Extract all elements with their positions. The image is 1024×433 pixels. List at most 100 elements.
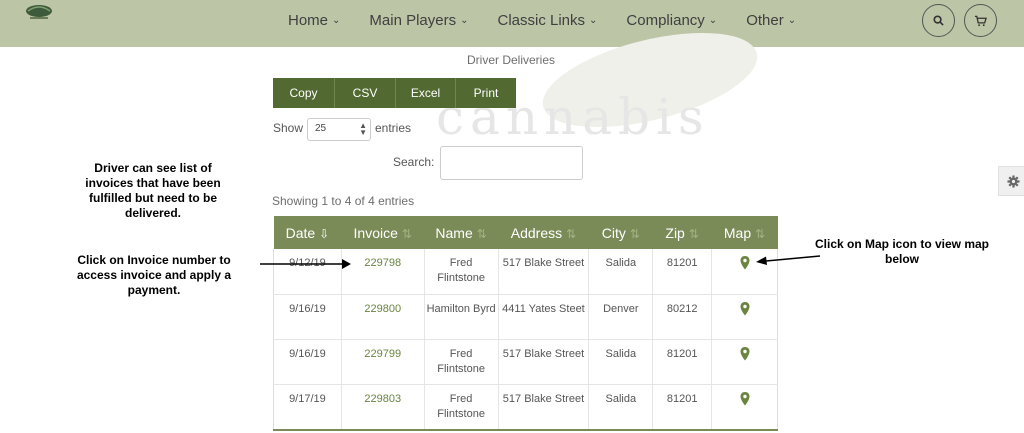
chevron-down-icon: ⌄ — [589, 14, 598, 26]
map-cell — [711, 384, 778, 430]
column-header-label: City — [601, 224, 626, 241]
sort-icon: ⇅ — [476, 226, 487, 241]
column-header-date[interactable]: Date ⇩ — [273, 216, 342, 249]
column-header-label: Zip — [665, 224, 685, 241]
main-menu: Home ⌄ Main Players ⌄ Classic Links ⌄ Complian… — [288, 0, 825, 40]
annotation-invoice: Click on Invoice number to access invoic… — [76, 253, 232, 297]
nav-item-label: Home — [288, 11, 329, 29]
nav-item-label: Main Players — [369, 11, 457, 29]
city-cell: Salida — [588, 384, 653, 430]
nav-item-other[interactable]: Other ⌄ — [746, 12, 796, 29]
sort-icon: ⇅ — [566, 226, 577, 241]
annotation-map: Click on Map icon to view map below — [814, 237, 990, 266]
deliveries-table: Date ⇩ Invoice ⇅ Name ⇅ Address ⇅ City ⇅ Zip ⇅ Map ⇅ … — [273, 216, 778, 430]
sort-icon: ⇅ — [688, 226, 699, 241]
table-row: 9/16/19 229800 Hamilton Byrd 4411 Yates Ste… — [273, 294, 778, 340]
nav-item-home[interactable]: Home ⌄ — [288, 12, 340, 29]
column-header-invoice[interactable]: Invoice ⇅ — [341, 216, 425, 249]
logo-icon[interactable] — [24, 3, 54, 21]
nav-item-compliancy[interactable]: Compliancy ⌄ — [626, 12, 717, 29]
top-nav: Home ⌄ Main Players ⌄ Classic Links ⌄ Complian… — [0, 0, 1024, 47]
search-button[interactable] — [922, 4, 955, 37]
sort-icon: ⇅ — [401, 226, 412, 241]
column-header-label: Invoice — [353, 224, 398, 241]
column-header-zip[interactable]: Zip ⇅ — [652, 216, 712, 249]
city-cell: Denver — [588, 294, 653, 340]
address-cell: 517 Blake Street — [497, 339, 589, 385]
name-cell: Fred Flintstone — [423, 339, 499, 385]
zip-cell: 81201 — [652, 339, 712, 385]
export-button-group: Copy CSV Excel Print — [273, 78, 516, 108]
cart-button[interactable] — [964, 4, 997, 37]
page-title: Driver Deliveries — [467, 53, 556, 67]
search-icon — [933, 15, 944, 26]
chevron-down-icon: ⌄ — [708, 14, 718, 26]
select-arrows-icon: ▲ ▼ — [359, 121, 367, 137]
map-cell — [711, 294, 778, 340]
city-cell: Salida — [588, 249, 653, 295]
chevron-down-icon: ⌄ — [460, 14, 469, 26]
map-pin-icon[interactable] — [740, 301, 750, 316]
chevron-down-icon: ⌄ — [787, 14, 797, 26]
column-header-address[interactable]: Address ⇅ — [498, 216, 589, 249]
city-cell: Salida — [588, 339, 653, 385]
column-header-label: Name — [435, 224, 473, 241]
copy-button[interactable]: Copy — [273, 78, 335, 108]
column-header-map[interactable]: Map ⇅ — [711, 216, 778, 249]
zip-cell: 80212 — [652, 294, 712, 340]
table-header-row: Date ⇩ Invoice ⇅ Name ⇅ Address ⇅ City ⇅ Zip ⇅ Map ⇅ — [273, 216, 778, 249]
sort-icon: ⇅ — [629, 226, 640, 241]
entries-label: entries — [375, 121, 412, 135]
arrow-to-map-icon — [756, 255, 821, 265]
address-cell: 517 Blake Street — [497, 384, 589, 430]
nav-item-classic-links[interactable]: Classic Links ⌄ — [498, 12, 598, 29]
nav-item-label: Classic Links — [497, 11, 586, 29]
search-label: Search: — [393, 155, 435, 169]
gear-icon — [1006, 174, 1020, 188]
cart-icon — [974, 15, 987, 26]
sort-desc-icon: ⇩ — [319, 226, 330, 241]
table-row: 9/12/19 229798 Fred Flintstone 517 Blake St… — [273, 249, 778, 295]
map-cell — [711, 339, 778, 385]
date-cell: 9/16/19 — [273, 339, 342, 385]
invoice-link[interactable]: 229798 — [340, 249, 425, 295]
map-pin-icon[interactable] — [740, 256, 750, 270]
name-cell: Fred Flintstone — [423, 249, 499, 295]
csv-button[interactable]: CSV — [335, 78, 396, 108]
print-button[interactable]: Print — [456, 78, 516, 108]
map-pin-icon[interactable] — [740, 391, 750, 406]
excel-button[interactable]: Excel — [396, 78, 456, 108]
entries-select-value: 25 — [315, 123, 327, 134]
table-row: 9/16/19 229799 Fred Flintstone 517 Blake St… — [273, 339, 778, 385]
name-cell: Hamilton Byrd — [423, 294, 499, 340]
search-input[interactable] — [440, 146, 583, 180]
date-cell: 9/16/19 — [273, 294, 342, 340]
invoice-link[interactable]: 229803 — [340, 384, 425, 430]
show-label: Show — [273, 121, 304, 135]
settings-button[interactable] — [998, 166, 1024, 196]
column-header-label: Date — [285, 224, 316, 241]
annotation-driver-list: Driver can see list of invoices that hav… — [85, 161, 221, 220]
chevron-down-icon: ⌄ — [332, 14, 341, 26]
nav-item-label: Other — [746, 11, 784, 29]
table-footer-line — [273, 429, 778, 433]
zip-cell: 81201 — [652, 384, 712, 430]
map-pin-icon[interactable] — [740, 346, 750, 361]
name-cell: Fred Flintstone — [423, 384, 499, 430]
column-header-label: Address — [510, 224, 563, 241]
column-header-city[interactable]: City ⇅ — [588, 216, 653, 249]
entries-select[interactable]: 25 ▲ ▼ — [307, 118, 371, 141]
date-cell: 9/12/19 — [273, 249, 342, 295]
column-header-name[interactable]: Name ⇅ — [424, 216, 499, 249]
table-row: 9/17/19 229803 Fred Flintstone 517 Blake St… — [273, 384, 778, 430]
sort-icon: ⇅ — [755, 226, 766, 241]
invoice-link[interactable]: 229800 — [340, 294, 425, 340]
table-info: Showing 1 to 4 of 4 entries — [272, 194, 415, 208]
arrow-to-invoice-icon — [260, 259, 351, 269]
nav-item-main-players[interactable]: Main Players ⌄ — [369, 12, 468, 29]
zip-cell: 81201 — [652, 249, 712, 295]
invoice-link[interactable]: 229799 — [340, 339, 425, 385]
address-cell: 517 Blake Street — [497, 249, 589, 295]
column-header-label: Map — [723, 224, 752, 241]
date-cell: 9/17/19 — [273, 384, 342, 430]
